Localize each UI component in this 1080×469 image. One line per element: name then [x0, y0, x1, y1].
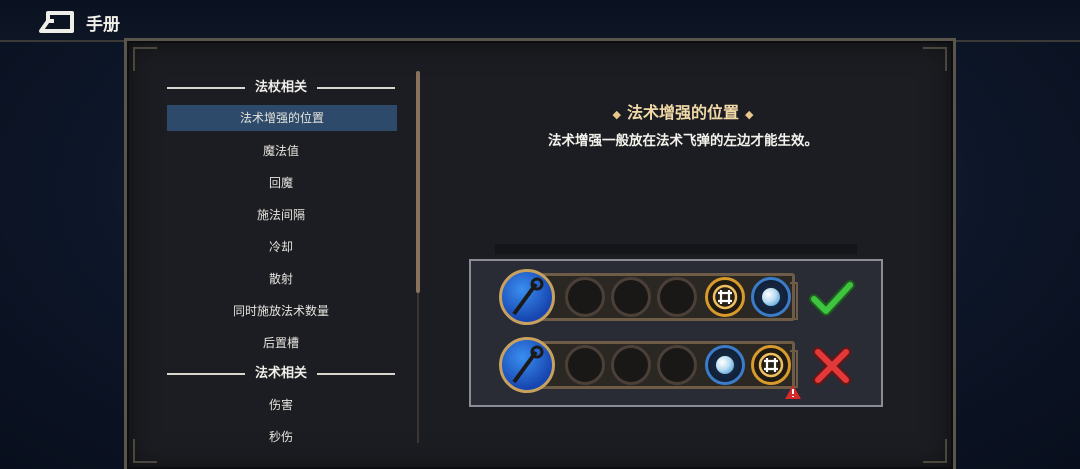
- sidebar-item-rear-slot[interactable]: 后置槽: [163, 327, 399, 359]
- sidebar-item-multicast[interactable]: 同时施放法术数量: [163, 295, 399, 327]
- topic-sidebar: 法杖相关 法术增强的位置 魔法值 回魔 施法间隔 冷却 散射 同时施放法术数量 …: [163, 73, 399, 453]
- section-header-spell: 法术相关: [163, 359, 399, 389]
- empty-slot: [565, 345, 605, 385]
- corner-ornament: [923, 47, 947, 71]
- section-title: 法术相关: [254, 366, 307, 381]
- sidebar-item-mana-regen[interactable]: 回魔: [163, 167, 399, 199]
- wand-staff-icon: [499, 269, 555, 325]
- wand-row-wrong: [499, 337, 801, 399]
- diamond-icon: ◆: [612, 108, 621, 121]
- spell-enhance-icon: [705, 277, 745, 317]
- corner-ornament: [133, 47, 157, 71]
- sidebar-item-dps[interactable]: 秒伤: [163, 421, 399, 453]
- spell-missile-icon: [751, 277, 791, 317]
- cross-icon: [813, 347, 851, 385]
- empty-slot: [657, 345, 697, 385]
- wand-row-correct: [499, 269, 801, 325]
- topic-title-text: 法术增强的位置: [626, 103, 739, 122]
- section-header-wand: 法杖相关: [163, 73, 399, 103]
- topic-description: 法术增强一般放在法术飞弹的左边才能生效。: [548, 133, 818, 149]
- back-arrow-icon[interactable]: [38, 9, 78, 33]
- page-title: 手册: [86, 15, 120, 35]
- section-title: 法杖相关: [254, 80, 307, 95]
- empty-slot: [565, 277, 605, 317]
- handbook-panel: 法杖相关 法术增强的位置 魔法值 回魔 施法间隔 冷却 散射 同时施放法术数量 …: [124, 38, 956, 469]
- warning-icon: [785, 385, 801, 399]
- spell-missile-icon: [705, 345, 745, 385]
- spell-enhance-icon: [751, 345, 801, 399]
- sidebar-item-mana[interactable]: 魔法值: [163, 135, 399, 167]
- diamond-icon: ◆: [745, 108, 754, 121]
- sidebar-item-damage[interactable]: 伤害: [163, 389, 399, 421]
- sidebar-item-spread[interactable]: 散射: [163, 263, 399, 295]
- empty-slot: [657, 277, 697, 317]
- topic-title: ◆ 法术增强的位置 ◆: [423, 99, 943, 123]
- top-bar: 手册: [0, 0, 1080, 42]
- empty-slot: [611, 345, 651, 385]
- corner-ornament: [133, 439, 157, 463]
- sidebar-scrollbar[interactable]: [416, 71, 420, 293]
- sidebar-item-cast-delay[interactable]: 施法间隔: [163, 199, 399, 231]
- wand-staff-icon: [499, 337, 555, 393]
- corner-ornament: [923, 439, 947, 463]
- sidebar-item-enhance-position[interactable]: 法术增强的位置: [167, 105, 397, 131]
- shadow-strip: [495, 244, 857, 254]
- wand-example-box: [469, 259, 883, 407]
- empty-slot: [611, 277, 651, 317]
- check-icon: [809, 280, 855, 316]
- sidebar-item-cooldown[interactable]: 冷却: [163, 231, 399, 263]
